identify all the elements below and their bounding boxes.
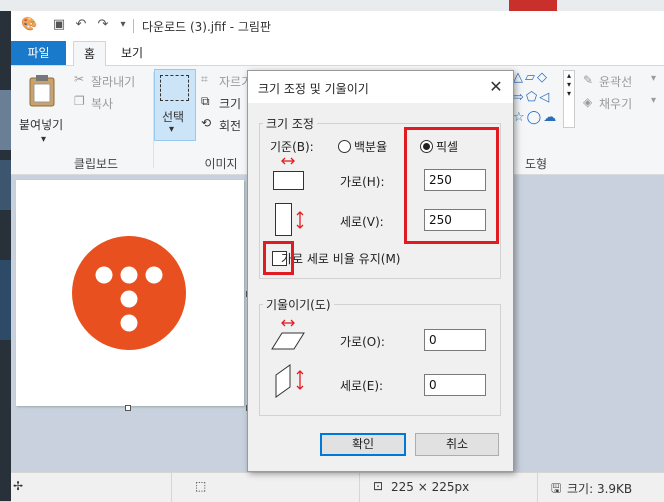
desktop-red-window-edge — [509, 0, 557, 11]
resize-skew-dialog: 크기 조정 및 기울이기 ✕ 크기 조정 기준(B): 백분율 픽셀 가로(H)… — [247, 70, 514, 472]
percent-label[interactable]: 백분율 — [354, 138, 387, 155]
crop-icon[interactable]: ⌗ — [201, 72, 208, 87]
close-icon[interactable]: ✕ — [486, 77, 506, 97]
keep-ratio-label[interactable]: 가로 세로 비율 유지(M) — [281, 250, 400, 267]
cut-button[interactable]: 잘라내기 — [91, 73, 135, 90]
customize-quick-access-icon[interactable]: ▾ — [115, 17, 131, 33]
horizontal-label: 가로(H): — [340, 175, 385, 189]
copy-button[interactable]: 복사 — [91, 95, 113, 112]
desktop-background-top — [0, 0, 664, 11]
checkbox-highlight-box — [263, 241, 294, 275]
tab-home[interactable]: 홈 — [73, 41, 107, 66]
resize-button[interactable]: 크기 — [219, 95, 241, 112]
ok-button[interactable]: 확인 — [320, 433, 406, 456]
desktop-thumbnail — [0, 160, 11, 210]
select-button[interactable]: 선택 — [162, 108, 184, 125]
paste-icon[interactable] — [27, 74, 57, 108]
resize-icon[interactable]: ⧉ — [201, 94, 210, 109]
pixel-highlight-box — [404, 127, 499, 244]
title-separator — [133, 19, 134, 33]
horizontal-resize-icon — [273, 157, 304, 190]
tab-file[interactable]: 파일 — [11, 41, 66, 65]
shapes-row-2-icon[interactable]: ⇨⬠◁ — [513, 90, 551, 105]
status-separator — [537, 473, 538, 502]
shapes-row-1-icon[interactable]: △▱◇ — [513, 70, 549, 85]
dialog-title: 크기 조정 및 기울이기 — [258, 82, 369, 96]
outline-button[interactable]: 윤곽선 — [599, 73, 632, 90]
vertical-resize-icon — [275, 203, 304, 236]
file-size-text: 크기: 3.9KB — [567, 482, 633, 496]
window-title: 다운로드 (3).jfif - 그림판 — [142, 20, 271, 34]
status-separator — [171, 473, 172, 502]
cursor-position-icon: ✢ — [13, 479, 24, 493]
paste-dropdown-icon[interactable]: ▾ — [41, 134, 46, 145]
dialog-title-bar: 크기 조정 및 기울이기 ✕ — [248, 71, 513, 103]
fill-icon[interactable]: ◈ — [583, 95, 592, 109]
select-icon[interactable] — [160, 75, 189, 101]
basis-label: 기준(B): — [270, 140, 314, 154]
rotate-button[interactable]: 회전 — [219, 117, 241, 134]
image-size-icon: ⊡ — [373, 479, 384, 493]
image-canvas[interactable] — [16, 180, 244, 406]
outline-dropdown-icon[interactable]: ▾ — [651, 73, 656, 84]
select-dropdown-icon[interactable]: ▾ — [169, 124, 174, 135]
status-separator — [359, 473, 360, 502]
redo-icon[interactable]: ↷ — [95, 17, 111, 33]
resize-group-label: 크기 조정 — [263, 115, 317, 132]
skew-vertical-input[interactable]: 0 — [424, 374, 486, 396]
skew-horizontal-input[interactable]: 0 — [424, 329, 486, 351]
desktop-background-left — [0, 0, 11, 501]
clipboard-group-label: 클립보드 — [73, 157, 119, 171]
desktop-thumbnail — [0, 260, 11, 340]
cancel-button[interactable]: 취소 — [415, 433, 499, 456]
paint-app-icon: 🎨 — [21, 17, 38, 32]
save-icon[interactable]: ▣ — [51, 17, 67, 33]
status-bar: ✢ ⬚ ⊡ 225 × 225px 🖫 크기: 3.9KB — [11, 472, 664, 502]
skew-horizontal-label: 가로(O): — [340, 335, 385, 349]
logo-image — [72, 236, 186, 350]
fill-button[interactable]: 채우기 — [599, 95, 632, 112]
horizontal-skew-icon — [271, 319, 305, 350]
shapes-row-3-icon[interactable]: ☆◯☁ — [513, 110, 558, 125]
selection-size-icon: ⬚ — [195, 479, 207, 493]
shapes-scroll-icon[interactable]: ▴ ▾ ▾ — [563, 70, 575, 128]
outline-icon[interactable]: ✎ — [583, 73, 593, 87]
tab-view[interactable]: 보기 — [111, 41, 153, 65]
skew-vertical-label: 세로(E): — [340, 379, 384, 393]
resize-handle-bottom[interactable] — [125, 405, 131, 411]
image-group-label: 이미지 — [204, 157, 238, 171]
percent-radio[interactable] — [338, 140, 351, 153]
file-size-icon: 🖫 — [551, 481, 562, 495]
desktop-thumbnail — [0, 90, 11, 150]
skew-group-label: 기울이기(도) — [263, 296, 334, 313]
vertical-skew-icon — [275, 364, 304, 398]
shapes-group-label: 도형 — [524, 157, 548, 171]
image-size-text: 225 × 225px — [391, 480, 470, 494]
title-bar: 🎨 ▣ ↶ ↷ ▾ 다운로드 (3).jfif - 그림판 — [11, 11, 664, 41]
undo-icon[interactable]: ↶ — [73, 17, 89, 33]
paste-button[interactable]: 붙여넣기 — [19, 116, 63, 133]
vertical-label: 세로(V): — [340, 215, 384, 229]
ribbon-tabs: 파일 홈 보기 — [11, 41, 664, 66]
copy-icon[interactable]: ❐ — [74, 94, 85, 108]
fill-dropdown-icon[interactable]: ▾ — [651, 95, 656, 106]
rotate-icon[interactable]: ⟲ — [201, 116, 211, 130]
cut-icon[interactable]: ✂ — [74, 72, 84, 86]
